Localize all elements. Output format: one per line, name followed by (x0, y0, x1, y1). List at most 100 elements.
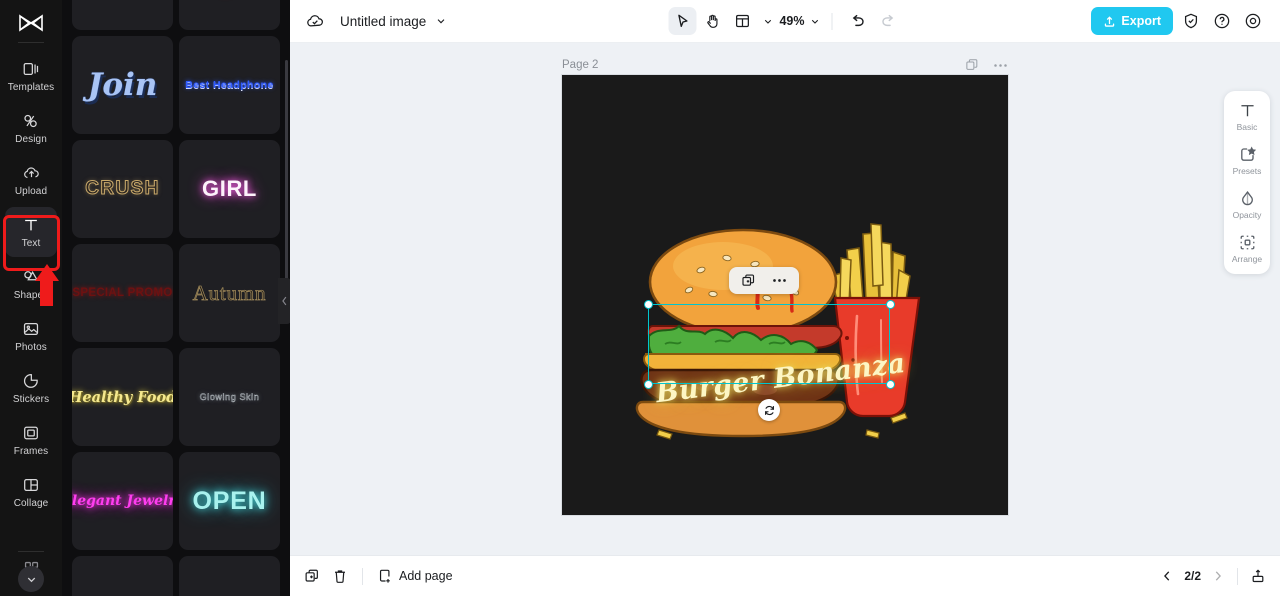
burger-and-fries-illustration[interactable]: Burger Bonanza (635, 130, 935, 460)
sidebar-label: Stickers (12, 394, 50, 405)
design-icon (21, 111, 41, 131)
add-page-icon (377, 568, 393, 584)
export-page-icon[interactable] (1250, 568, 1266, 584)
page-label: Page 2 (562, 59, 599, 71)
canvas-stage[interactable]: Page 2 Burger Bonanza Basic Presets Opac… (290, 43, 1280, 555)
undo-button[interactable] (844, 7, 872, 35)
shield-check-icon[interactable] (1177, 8, 1204, 35)
expand-rail-button[interactable] (18, 566, 44, 592)
selection-bounding-box (648, 304, 890, 384)
selection-handle-bl[interactable] (643, 379, 653, 389)
page-more-icon[interactable] (993, 63, 1008, 68)
template-card[interactable]: OPEN (179, 452, 280, 550)
cursor-select-icon (674, 13, 690, 29)
template-card[interactable]: CRUSH (72, 140, 173, 238)
more-horizontal-icon[interactable] (772, 278, 787, 283)
sidebar-item-shapes[interactable]: Shapes (5, 259, 57, 309)
sidebar-item-text[interactable]: Text (5, 207, 57, 257)
cloud-saved-icon[interactable] (304, 10, 326, 32)
template-card[interactable]: Glowing Skin (179, 348, 280, 446)
template-card[interactable] (72, 0, 173, 30)
hand-tool-button[interactable] (698, 7, 726, 35)
sidebar-item-upload[interactable]: Upload (5, 155, 57, 205)
help-question-icon[interactable] (1208, 8, 1235, 35)
sidebar-label: Design (15, 134, 47, 145)
selection-handle-br[interactable] (885, 379, 895, 389)
tool-presets[interactable]: Presets (1226, 143, 1268, 178)
duplicate-icon[interactable] (741, 273, 756, 288)
template-card[interactable]: y (179, 0, 280, 30)
rail-divider-bottom (18, 551, 44, 552)
app-root: Templates Design Upload Text Shapes Phot… (0, 0, 1280, 596)
tool-opacity[interactable]: Opacity (1226, 187, 1268, 222)
template-card[interactable]: SPECIAL PROMO (72, 244, 173, 342)
duplicate-page-icon[interactable] (965, 58, 979, 72)
sidebar-item-templates[interactable]: Templates (5, 51, 57, 101)
sidebar-item-collage[interactable]: Collage (5, 467, 57, 517)
trash-icon[interactable] (332, 568, 348, 584)
selection-float-toolbar (729, 267, 799, 294)
template-card[interactable]: Healthy Food (72, 348, 173, 446)
sidebar-item-stickers[interactable]: Stickers (5, 363, 57, 413)
template-card[interactable]: GIRL (179, 140, 280, 238)
select-tool-button[interactable] (668, 7, 697, 35)
templates-scroll-area[interactable]: y Join Best Headphone CRUSH GIRL SPECIAL PROM… (62, 0, 290, 596)
template-card[interactable]: Join (72, 36, 173, 134)
tool-label: Opacity (1232, 210, 1262, 220)
sidebar-item-design[interactable]: Design (5, 103, 57, 153)
capcut-logo-icon[interactable] (11, 8, 51, 38)
sidebar-item-frames[interactable]: Frames (5, 415, 57, 465)
template-preview-text: Elegant Jewelry (72, 493, 173, 509)
document-title[interactable]: Untitled image (340, 14, 426, 29)
zoom-chevron-down-icon (810, 16, 821, 27)
upload-cloud-icon (21, 163, 41, 183)
sidebar-label: Text (21, 238, 41, 249)
layout-chevron-down-icon[interactable] (762, 16, 773, 27)
template-card[interactable]: Autumn (179, 244, 280, 342)
sidebar-label: Photos (15, 342, 47, 353)
redo-button[interactable] (874, 7, 902, 35)
template-preview-text: Healthy Food (72, 388, 173, 406)
layout-tool-button[interactable] (728, 7, 756, 35)
selection-handle-tr[interactable] (885, 299, 895, 309)
bottom-left-actions: Add page (304, 567, 453, 585)
panel-scrollbar[interactable] (285, 60, 288, 290)
template-card[interactable] (179, 556, 280, 596)
template-card[interactable]: Elegant Jewelry (72, 452, 173, 550)
sidebar-item-photos[interactable]: Photos (5, 311, 57, 361)
template-preview-text: CRUSH (85, 178, 160, 200)
selection-handle-tl[interactable] (643, 299, 653, 309)
export-upload-icon (1103, 15, 1116, 28)
prev-page-button[interactable] (1160, 569, 1174, 583)
settings-gear-icon[interactable] (1239, 8, 1266, 35)
opacity-drop-icon (1238, 189, 1257, 208)
template-preview-text: GIRL (202, 176, 257, 201)
template-card[interactable] (72, 556, 173, 596)
chevron-down-icon[interactable] (435, 15, 447, 27)
collage-icon (21, 475, 41, 495)
rotate-handle[interactable] (758, 399, 780, 421)
next-page-button[interactable] (1211, 569, 1225, 583)
collapse-panel-button[interactable] (278, 278, 290, 324)
design-canvas[interactable]: Burger Bonanza (562, 75, 1008, 515)
zoom-control[interactable]: 49% (779, 14, 820, 28)
rail-divider (18, 42, 44, 43)
tool-arrange[interactable]: Arrange (1226, 231, 1268, 266)
hand-pan-icon (704, 13, 720, 29)
add-page-button[interactable]: Add page (377, 568, 453, 584)
sidebar-label: Shapes (13, 290, 49, 301)
tool-basic[interactable]: Basic (1226, 99, 1268, 134)
undo-icon (849, 13, 866, 30)
template-preview-text: Best Headphone (185, 79, 274, 91)
canvas-tools-group: 49% (668, 7, 901, 35)
presets-star-icon (1238, 145, 1257, 164)
page-count: 2/2 (1184, 569, 1201, 583)
export-button[interactable]: Export (1091, 7, 1173, 35)
chevron-down-icon (25, 573, 38, 586)
template-preview-text: SPECIAL PROMO (72, 287, 173, 299)
duplicate-icon[interactable] (304, 568, 320, 584)
bottom-right-actions: 2/2 (1160, 567, 1266, 585)
bottom-divider-right (1237, 567, 1238, 585)
template-card[interactable]: Best Headphone (179, 36, 280, 134)
zoom-value: 49% (779, 14, 805, 28)
